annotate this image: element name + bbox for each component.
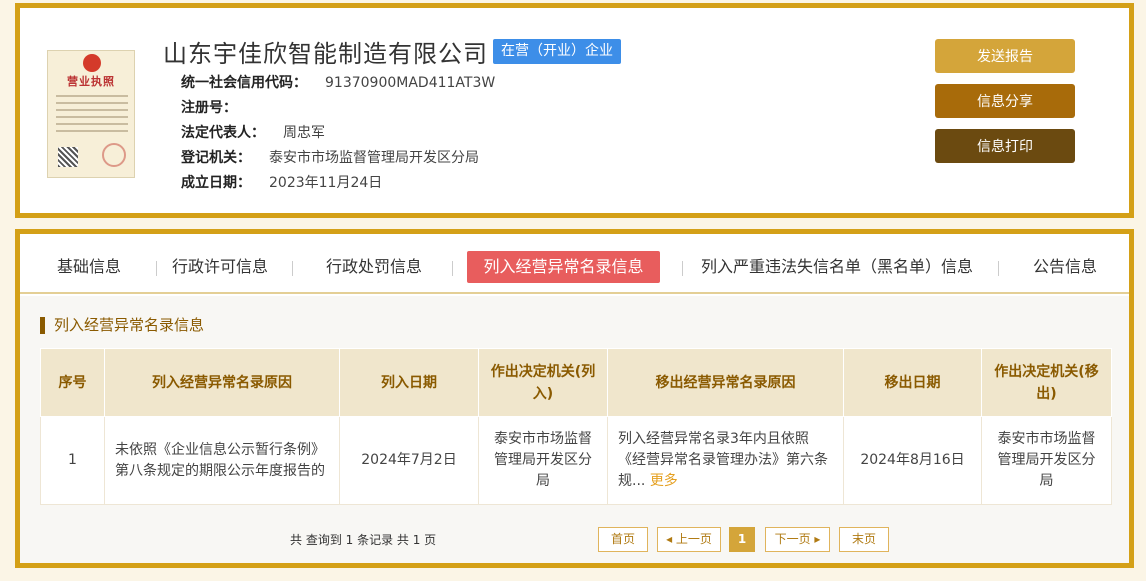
tab-basic-info[interactable]: 基础信息	[40, 251, 138, 283]
founded-date-value: 2023年11月24日	[269, 175, 383, 191]
cell-reason: 未依照《企业信息公示暂行条例》第八条规定的期限公示年度报告的	[104, 416, 340, 505]
last-page-button[interactable]: 末页	[839, 527, 889, 552]
more-link[interactable]: 更多	[650, 473, 678, 489]
send-report-button[interactable]: 发送报告	[935, 39, 1075, 73]
legal-rep-value: 周忠军	[283, 125, 325, 141]
reg-authority-row: 登记机关： 泰安市市场监督管理局开发区分局	[181, 147, 479, 167]
cell-authority-out: 泰安市市场监督管理局开发区分局	[981, 416, 1112, 505]
legal-rep-row: 法定代表人： 周忠军	[181, 122, 325, 142]
tab-separator	[292, 261, 293, 276]
cell-date-in: 2024年7月2日	[339, 416, 479, 505]
current-page[interactable]: 1	[729, 527, 755, 552]
legal-rep-label: 法定代表人：	[181, 125, 265, 141]
tab-separator	[998, 261, 999, 276]
status-badge: 在营（开业）企业	[493, 39, 621, 64]
cell-no: 1	[40, 416, 105, 505]
record-summary: 共 查询到 1 条记录 共 1 页	[290, 533, 437, 547]
cell-remove-reason: 列入经营异常名录3年内且依照《经营异常名录管理办法》第六条规... 更多	[607, 416, 844, 505]
first-page-button[interactable]: 首页	[598, 527, 648, 552]
col-header-date-out: 移出日期	[843, 348, 982, 417]
tab-bar: 基础信息 行政许可信息 行政处罚信息 列入经营异常名录信息 列入严重违法失信名单…	[20, 234, 1129, 294]
col-header-remove-reason: 移出经营异常名录原因	[607, 348, 844, 417]
reg-authority-label: 登记机关：	[181, 150, 251, 166]
tab-admin-license[interactable]: 行政许可信息	[168, 251, 272, 283]
tab-blacklist[interactable]: 列入严重违法失信名单（黑名单）信息	[696, 251, 978, 283]
tab-announcements[interactable]: 公告信息	[1030, 251, 1100, 283]
next-page-button[interactable]: 下一页 ▸	[765, 527, 830, 552]
prev-page-label: 上一页	[675, 532, 712, 546]
license-title: 营业执照	[67, 75, 115, 88]
table-header-row: 序号 列入经营异常名录原因 列入日期 作出决定机关(列入) 移出经营异常名录原因…	[40, 348, 1112, 417]
credit-code-value: 91370900MAD411AT3W	[325, 75, 496, 91]
prev-page-button[interactable]: ◂ 上一页	[657, 527, 721, 552]
chevron-right-icon: ▸	[810, 532, 821, 546]
col-header-date-in: 列入日期	[339, 348, 479, 417]
table-row: 1 未依照《企业信息公示暂行条例》第八条规定的期限公示年度报告的 2024年7月…	[40, 416, 1112, 505]
credit-code-label: 统一社会信用代码：	[181, 75, 307, 91]
tab-separator	[452, 261, 453, 276]
print-info-button[interactable]: 信息打印	[935, 129, 1075, 163]
abnormal-list-table: 序号 列入经营异常名录原因 列入日期 作出决定机关(列入) 移出经营异常名录原因…	[40, 348, 1112, 505]
company-name: 山东宇佳欣智能制造有限公司	[163, 40, 488, 68]
share-info-button[interactable]: 信息分享	[935, 84, 1075, 118]
tab-content: 列入经营异常名录信息 序号 列入经营异常名录原因 列入日期 作出决定机关(列入)…	[20, 296, 1129, 563]
col-header-authority-out: 作出决定机关(移出)	[981, 348, 1112, 417]
license-text-lines	[56, 95, 128, 137]
reg-number-row: 注册号：	[181, 97, 255, 117]
tab-abnormal-list[interactable]: 列入经营异常名录信息	[467, 251, 660, 283]
national-emblem-icon	[83, 54, 101, 72]
official-stamp-icon	[102, 143, 126, 167]
founded-date-row: 成立日期： 2023年11月24日	[181, 172, 382, 192]
col-header-reason: 列入经营异常名录原因	[104, 348, 340, 417]
col-header-authority-in: 作出决定机关(列入)	[478, 348, 608, 417]
next-page-label: 下一页	[774, 532, 811, 546]
business-license-image[interactable]: 营业执照	[47, 50, 135, 178]
reg-authority-value: 泰安市市场监督管理局开发区分局	[269, 150, 479, 166]
founded-date-label: 成立日期：	[181, 175, 251, 191]
tab-separator	[682, 261, 683, 276]
tab-separator	[156, 261, 157, 276]
chevron-left-icon: ◂	[666, 532, 676, 546]
reg-number-label: 注册号：	[181, 100, 237, 116]
section-title: 列入经营异常名录信息	[40, 317, 204, 334]
qr-code-icon	[58, 147, 78, 167]
tab-admin-penalty[interactable]: 行政处罚信息	[322, 251, 426, 283]
cell-date-out: 2024年8月16日	[843, 416, 982, 505]
detail-panel: 基础信息 行政许可信息 行政处罚信息 列入经营异常名录信息 列入严重违法失信名单…	[15, 229, 1134, 568]
cell-authority-in: 泰安市市场监督管理局开发区分局	[478, 416, 608, 505]
credit-code-row: 统一社会信用代码： 91370900MAD411AT3W	[181, 72, 495, 92]
col-header-no: 序号	[40, 348, 105, 417]
